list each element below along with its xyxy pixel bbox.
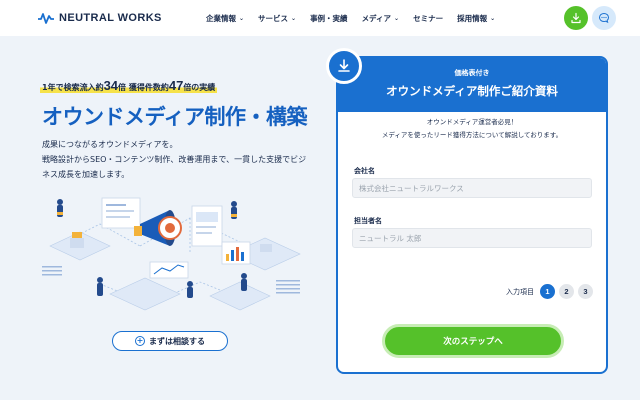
hero-achievement-badge: 1年で検索流入約34倍 獲得件数約47倍の実績 [40, 78, 218, 93]
step-3: 3 [578, 284, 593, 299]
download-icon [338, 59, 350, 72]
chevron-down-icon: ⌄ [239, 14, 245, 22]
company-input[interactable] [352, 178, 592, 198]
next-step-button[interactable]: 次のステップへ [382, 324, 564, 358]
steps-label: 入力項目 [506, 287, 534, 296]
chevron-down-icon: ⌄ [394, 14, 400, 22]
hero-description: 成果につながるオウンドメディアを。 戦略設計からSEO・コンテンツ制作、改善運用… [42, 140, 307, 179]
person-label: 担当者名 [354, 217, 382, 225]
person-input[interactable] [352, 228, 592, 248]
nav-media[interactable]: メディア ⌄ [362, 13, 400, 24]
nav-services[interactable]: サービス ⌄ [258, 13, 296, 24]
plus-circle-icon: + [135, 336, 145, 346]
step-1: 1 [540, 284, 555, 299]
download-button[interactable] [564, 6, 588, 30]
download-badge [326, 48, 362, 84]
nav-seminar[interactable]: セミナー [413, 13, 443, 24]
chat-icon [598, 12, 610, 24]
main-nav: 企業情報 ⌄ サービス ⌄ 事例・実績 メディア ⌄ セミナー 採用情報 ⌄ [206, 0, 509, 36]
step-indicator: 入力項目 1 2 3 [506, 284, 597, 299]
brand-name: NEUTRAL WORKS [59, 12, 162, 24]
wave-logo-icon [38, 13, 54, 24]
consult-button[interactable]: + まずは相談する [112, 331, 228, 351]
brand-logo[interactable]: NEUTRAL WORKS [38, 12, 162, 24]
company-label: 会社名 [354, 167, 375, 175]
nav-cases[interactable]: 事例・実績 [310, 13, 348, 24]
chevron-down-icon: ⌄ [291, 14, 297, 22]
chat-button[interactable] [592, 6, 616, 30]
step-2: 2 [559, 284, 574, 299]
form-header: 価格表付き オウンドメディア制作ご紹介資料 [338, 58, 606, 112]
nav-company[interactable]: 企業情報 ⌄ [206, 13, 244, 24]
owned-media-illustration [42, 197, 301, 311]
document-request-form: 価格表付き オウンドメディア制作ご紹介資料 オウンドメディア運営者必見！ メディ… [336, 56, 608, 374]
form-title: オウンドメディア制作ご紹介資料 [386, 84, 558, 98]
form-kicker: 価格表付き [454, 69, 490, 77]
download-icon [571, 12, 581, 24]
site-header: NEUTRAL WORKS 企業情報 ⌄ サービス ⌄ 事例・実績 メディア ⌄ セミ… [0, 0, 640, 36]
chevron-down-icon: ⌄ [490, 14, 496, 22]
hero-title: オウンドメディア制作・構築 [42, 105, 308, 129]
form-intro: オウンドメディア運営者必見！ メディアを使ったリード獲得方法について解説しており… [381, 118, 563, 139]
nav-recruit[interactable]: 採用情報 ⌄ [457, 13, 495, 24]
